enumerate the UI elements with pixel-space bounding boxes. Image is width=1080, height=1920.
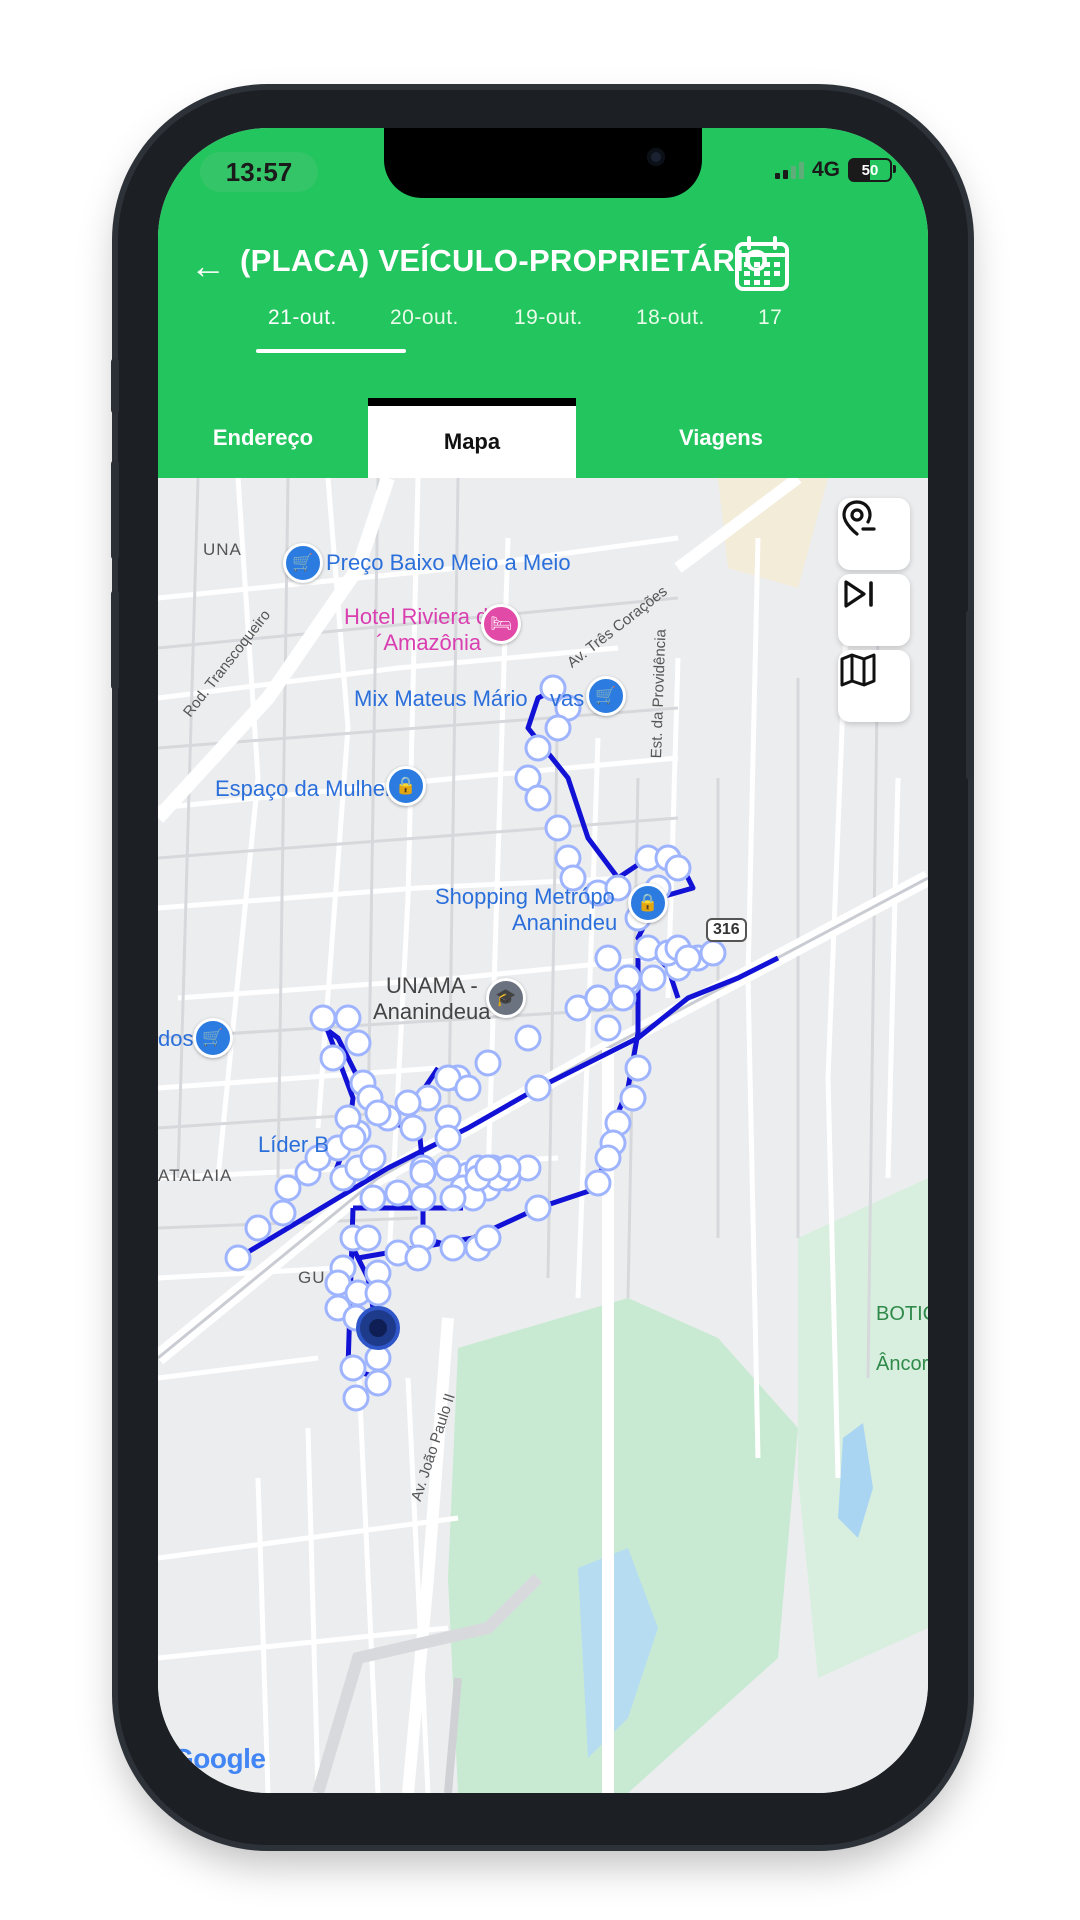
- map-label: ´Amazônia: [376, 630, 482, 655]
- highway-shield: 316: [706, 918, 747, 942]
- map-label: UNAMA -: [386, 973, 478, 998]
- map-label: Líder B: [258, 1132, 329, 1157]
- shopping-bag-icon[interactable]: 🔒: [386, 766, 426, 806]
- map-label: GU: [298, 1268, 326, 1287]
- date-item[interactable]: 21-out.: [268, 306, 337, 330]
- location-filter-button[interactable]: [838, 498, 910, 570]
- school-icon[interactable]: 🎓: [486, 978, 526, 1018]
- calendar-button[interactable]: [733, 235, 791, 293]
- selected-date-indicator: [256, 349, 406, 353]
- notch: [384, 128, 702, 198]
- bed-icon[interactable]: 🛏: [481, 604, 521, 644]
- camera-icon: [647, 148, 665, 166]
- play-skip-icon: [844, 580, 873, 608]
- phone-volume-down: [111, 590, 119, 690]
- playback-button[interactable]: [838, 574, 910, 646]
- battery-icon: 50: [848, 158, 896, 182]
- shopping-cart-icon[interactable]: 🛒: [193, 1018, 233, 1058]
- map-label: Shopping Metrópo: [435, 884, 615, 909]
- network-label: 4G: [811, 158, 840, 181]
- map-label: UNA: [203, 540, 242, 559]
- map-label: Preço Baixo Meio a Meio: [326, 550, 571, 575]
- map-icon: [840, 653, 876, 687]
- status-time: 13:57: [200, 152, 318, 192]
- shopping-cart-icon[interactable]: 🛒: [283, 543, 323, 583]
- date-item[interactable]: 18-out.: [636, 306, 705, 330]
- app-header: 13:57 4G 50 ← (PLACA) VEÍCULO-PROPRIETÁR…: [158, 128, 928, 478]
- map-view[interactable]: UNA 🛒 Preço Baixo Meio a Meio Hotel Rivi…: [158, 478, 928, 1793]
- location-marker-icon: [842, 500, 876, 536]
- shopping-bag-icon[interactable]: 🔒: [628, 883, 668, 923]
- arrow-left-icon: ←: [190, 245, 226, 286]
- app-screen: 13:57 4G 50 ← (PLACA) VEÍCULO-PROPRIETÁR…: [158, 128, 928, 1793]
- signal-icon: [774, 161, 804, 179]
- tab-endereco[interactable]: Endereço: [158, 398, 368, 478]
- map-label: Mix Mateus Mário: [354, 686, 528, 711]
- tab-mapa[interactable]: Mapa: [368, 398, 576, 478]
- phone-volume-up: [111, 460, 119, 560]
- calendar-icon: [735, 236, 789, 291]
- map-label: BOTIC: [876, 1303, 928, 1325]
- map-type-button[interactable]: [838, 650, 910, 722]
- map-label: ATALAIA: [158, 1166, 233, 1185]
- date-item[interactable]: 17: [758, 306, 782, 330]
- tab-viagens[interactable]: Viagens: [576, 398, 866, 478]
- phone-power-button: [966, 610, 974, 780]
- status-indicators: 4G 50: [774, 158, 896, 182]
- date-item[interactable]: 19-out.: [514, 306, 583, 330]
- back-button[interactable]: ←: [190, 246, 226, 286]
- map-label: vas: [550, 686, 585, 711]
- attribution-text: Google: [172, 1743, 266, 1774]
- page-title: (PLACA) VEÍCULO-PROPRIETÁRIO: [240, 243, 769, 278]
- map-label: Espaço da Mulher: [215, 776, 393, 801]
- map-label: Ananindeua: [373, 999, 491, 1024]
- map-label: Ananindeu: [512, 910, 618, 935]
- tab-bar: Endereço Mapa Viagens: [158, 398, 928, 478]
- map-label: Hotel Riviera d: [344, 604, 489, 629]
- date-item[interactable]: 20-out.: [390, 306, 459, 330]
- date-selector: 21-out. 20-out. 19-out. 18-out. 17: [158, 306, 928, 354]
- map-label: Âncor: [876, 1353, 928, 1375]
- phone-mute-switch: [111, 358, 119, 414]
- shopping-cart-icon[interactable]: 🛒: [586, 676, 626, 716]
- map-label: dos: [158, 1026, 194, 1051]
- google-attribution: Google: [172, 1743, 266, 1775]
